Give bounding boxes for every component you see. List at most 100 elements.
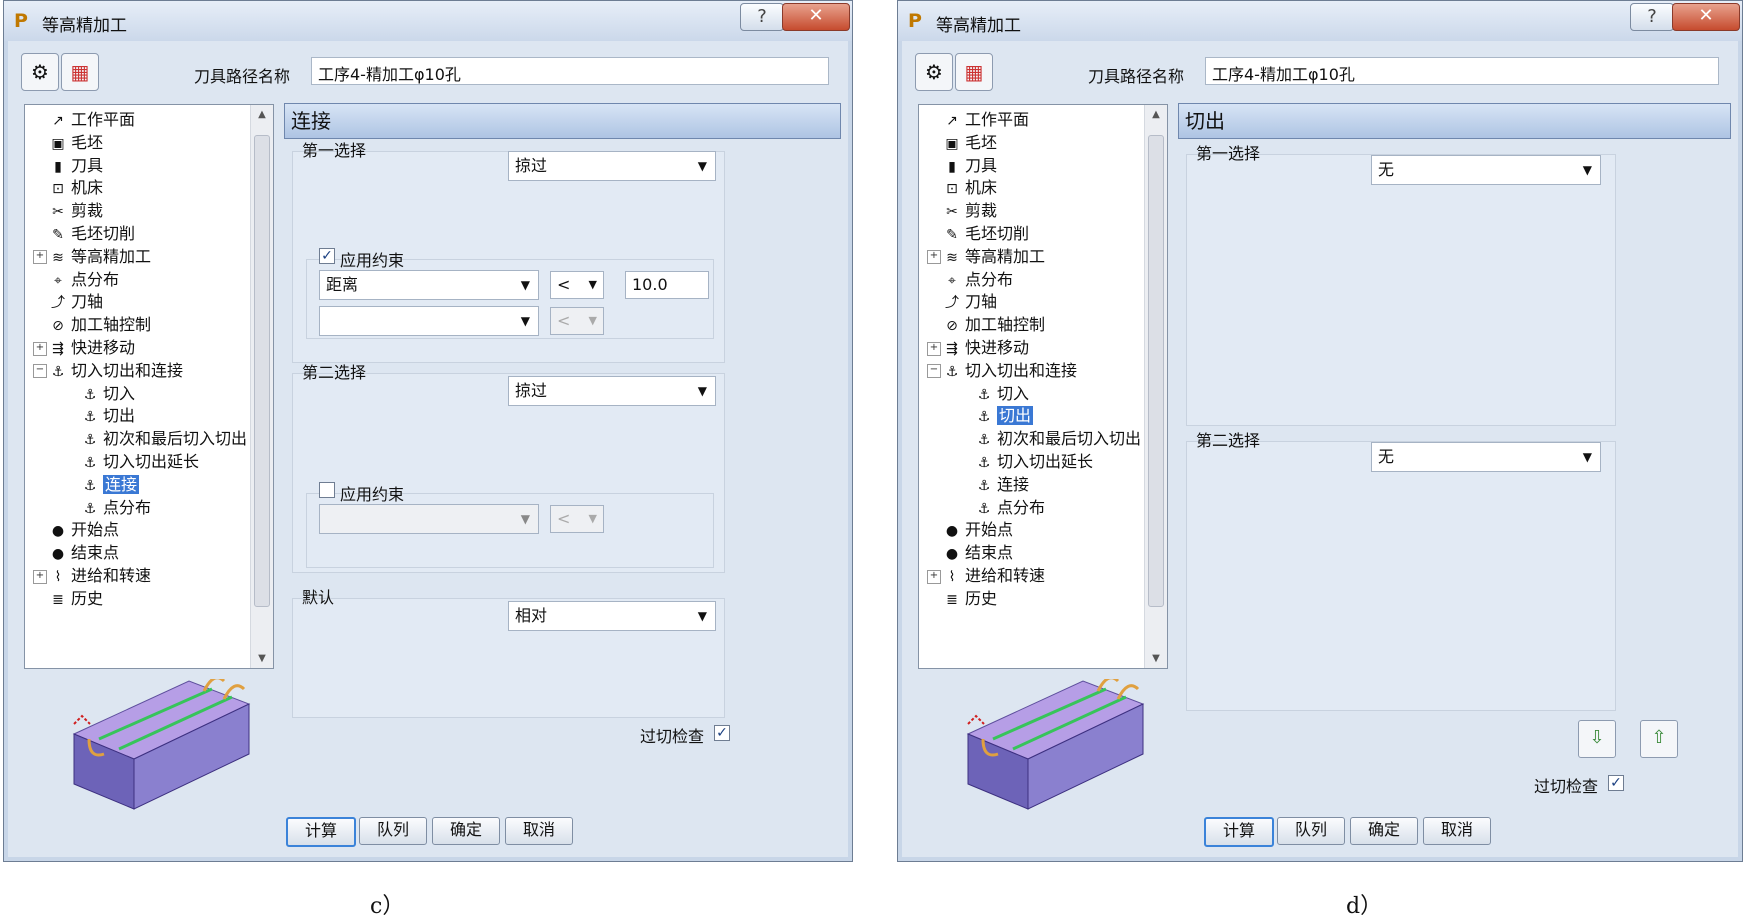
tree-item[interactable]: ▮ 刀具 [33, 155, 103, 177]
ok-button[interactable]: 确定 [432, 817, 500, 845]
tree-item[interactable]: ✎ 毛坯切削 [33, 223, 135, 245]
tree-item[interactable]: ⚓ 初次和最后切入切出 [959, 428, 1141, 450]
queue-button[interactable]: 队列 [1277, 817, 1345, 845]
default-select[interactable]: 相对 ▼ [508, 601, 716, 631]
tree-item[interactable]: ⊡ 机床 [33, 177, 103, 199]
tree-item[interactable]: + ⇶ 快进移动 [927, 337, 1029, 359]
tree-item[interactable]: ⤴ 刀轴 [33, 291, 103, 313]
expand-icon[interactable]: + [927, 569, 941, 584]
tree-item[interactable]: ⊘ 加工轴控制 [927, 314, 1045, 336]
tree-item[interactable]: ● 结束点 [33, 542, 119, 564]
close-button[interactable]: ✕ [1672, 3, 1740, 31]
expand-icon[interactable]: + [33, 569, 47, 584]
tree-item[interactable]: ⚓ 点分布 [959, 497, 1045, 519]
constraint-value-input[interactable]: 10.0 [625, 271, 709, 299]
tree-item[interactable]: − ⚓ 切入切出和连接 [33, 360, 183, 382]
tree-item-label: 切入 [997, 383, 1030, 403]
tree-item[interactable]: ▣ 毛坯 [927, 132, 997, 154]
queue-button[interactable]: 队列 [359, 817, 427, 845]
tree-item[interactable]: ✂ 剪裁 [927, 200, 997, 222]
tree-item[interactable]: ≣ 历史 [33, 588, 103, 610]
ok-button[interactable]: 确定 [1350, 817, 1418, 845]
copy-to-lead-out-icon[interactable]: ⇩ [1578, 720, 1616, 758]
tree-item[interactable]: ⚓ 初次和最后切入切出 [65, 428, 247, 450]
tree-item[interactable]: ✂ 剪裁 [33, 200, 103, 222]
tree-item[interactable]: ▮ 刀具 [927, 155, 997, 177]
tree-item[interactable]: ⚓ 切入切出延长 [959, 451, 1093, 473]
tree-item[interactable]: ⌖ 点分布 [927, 269, 1013, 291]
expand-icon[interactable]: + [33, 341, 47, 356]
second-choice-select[interactable]: 无 ▼ [1371, 442, 1601, 472]
tree-node-icon: ≋ [52, 249, 64, 266]
default-value: 相对 [515, 606, 548, 625]
copy-from-lead-in-icon[interactable]: ⇧ [1640, 720, 1678, 758]
calculate-button[interactable]: 计算 [1204, 817, 1274, 847]
tree-item[interactable]: ⚓ 连接 [65, 474, 140, 496]
calculate-button[interactable]: 计算 [286, 817, 356, 847]
cancel-button[interactable]: 取消 [1423, 817, 1491, 845]
first-choice-select[interactable]: 掠过 ▼ [508, 151, 716, 181]
tree-item[interactable]: − ⚓ 切入切出和连接 [927, 360, 1077, 382]
tree-item[interactable]: ↗ 工作平面 [927, 109, 1029, 131]
second-choice-select[interactable]: 掠过 ▼ [508, 376, 716, 406]
gouge-check-checkbox[interactable]: ✓ [1608, 775, 1624, 791]
toolpath-preview-icon[interactable]: ▦ [61, 53, 99, 91]
collapse-icon[interactable]: − [33, 364, 47, 379]
help-button[interactable]: ? [740, 3, 784, 31]
first-choice-select[interactable]: 无 ▼ [1371, 155, 1601, 185]
constraint-operator-2-select[interactable]: < ▼ [550, 307, 604, 335]
tree-item[interactable]: + ≋ 等高精加工 [33, 246, 151, 268]
expand-icon[interactable]: + [927, 341, 941, 356]
tree-scrollbar[interactable]: ▲ ▼ [1144, 105, 1167, 668]
expand-icon[interactable]: + [927, 250, 941, 265]
constraint-operator-3-select[interactable]: < ▼ [550, 505, 604, 533]
tree-item[interactable]: ↗ 工作平面 [33, 109, 135, 131]
apply-constraint-2-checkbox[interactable] [319, 482, 335, 498]
tree-item[interactable]: + ⌇ 进给和转速 [927, 565, 1045, 587]
tree-item[interactable]: ⌖ 点分布 [33, 269, 119, 291]
tree-item[interactable]: ⤴ 刀轴 [927, 291, 997, 313]
constraint-operator-select[interactable]: < ▼ [550, 271, 604, 299]
tree-item-label: 历史 [965, 588, 998, 608]
tree-item[interactable]: ✎ 毛坯切削 [927, 223, 1029, 245]
cancel-button[interactable]: 取消 [505, 817, 573, 845]
tree-item[interactable]: ⚓ 点分布 [65, 497, 151, 519]
tree-item[interactable]: + ≋ 等高精加工 [927, 246, 1045, 268]
scroll-up-icon[interactable]: ▲ [1145, 109, 1167, 120]
scroll-up-icon[interactable]: ▲ [251, 109, 273, 120]
tree-item[interactable]: ⚓ 切入 [65, 383, 135, 405]
tree-scrollbar[interactable]: ▲ ▼ [250, 105, 273, 668]
constraint-field-2-select[interactable]: ▼ [319, 306, 539, 336]
tree-item[interactable]: + ⇶ 快进移动 [33, 337, 135, 359]
apply-constraint-1-checkbox[interactable]: ✓ [319, 248, 335, 264]
tree-item[interactable]: ≣ 历史 [927, 588, 997, 610]
tree-item[interactable]: ● 结束点 [927, 542, 1013, 564]
tree-item[interactable]: ● 开始点 [33, 519, 119, 541]
help-button[interactable]: ? [1630, 3, 1674, 31]
close-button[interactable]: ✕ [782, 3, 850, 31]
tree-item[interactable]: ⊡ 机床 [927, 177, 997, 199]
tree-item[interactable]: ⚓ 连接 [959, 474, 1029, 496]
tree-item[interactable]: ⚓ 切入 [959, 383, 1029, 405]
toolpath-settings-icon[interactable]: ⚙ [21, 53, 59, 91]
gouge-check-checkbox[interactable]: ✓ [714, 725, 730, 741]
tree-item[interactable]: ⚓ 切入切出延长 [65, 451, 199, 473]
tree-item[interactable]: ⚓ 切出 [65, 405, 135, 427]
toolpath-name-input[interactable]: 工序4-精加工φ10孔 [1205, 57, 1719, 85]
expand-icon[interactable]: + [33, 250, 47, 265]
toolpath-name-input[interactable]: 工序4-精加工φ10孔 [311, 57, 829, 85]
tree-item[interactable]: ● 开始点 [927, 519, 1013, 541]
scroll-thumb[interactable] [1148, 135, 1164, 607]
toolpath-settings-icon[interactable]: ⚙ [915, 53, 953, 91]
tree-item[interactable]: ⚓ 切出 [959, 405, 1034, 427]
toolpath-preview-icon[interactable]: ▦ [955, 53, 993, 91]
collapse-icon[interactable]: − [927, 364, 941, 379]
scroll-thumb[interactable] [254, 135, 270, 607]
tree-item[interactable]: ⊘ 加工轴控制 [33, 314, 151, 336]
scroll-down-icon[interactable]: ▼ [251, 653, 273, 664]
constraint-field-select[interactable]: 距离 ▼ [319, 270, 539, 300]
scroll-down-icon[interactable]: ▼ [1145, 653, 1167, 664]
tree-item[interactable]: ▣ 毛坯 [33, 132, 103, 154]
constraint-field-3-select[interactable]: ▼ [319, 504, 539, 534]
tree-item[interactable]: + ⌇ 进给和转速 [33, 565, 151, 587]
